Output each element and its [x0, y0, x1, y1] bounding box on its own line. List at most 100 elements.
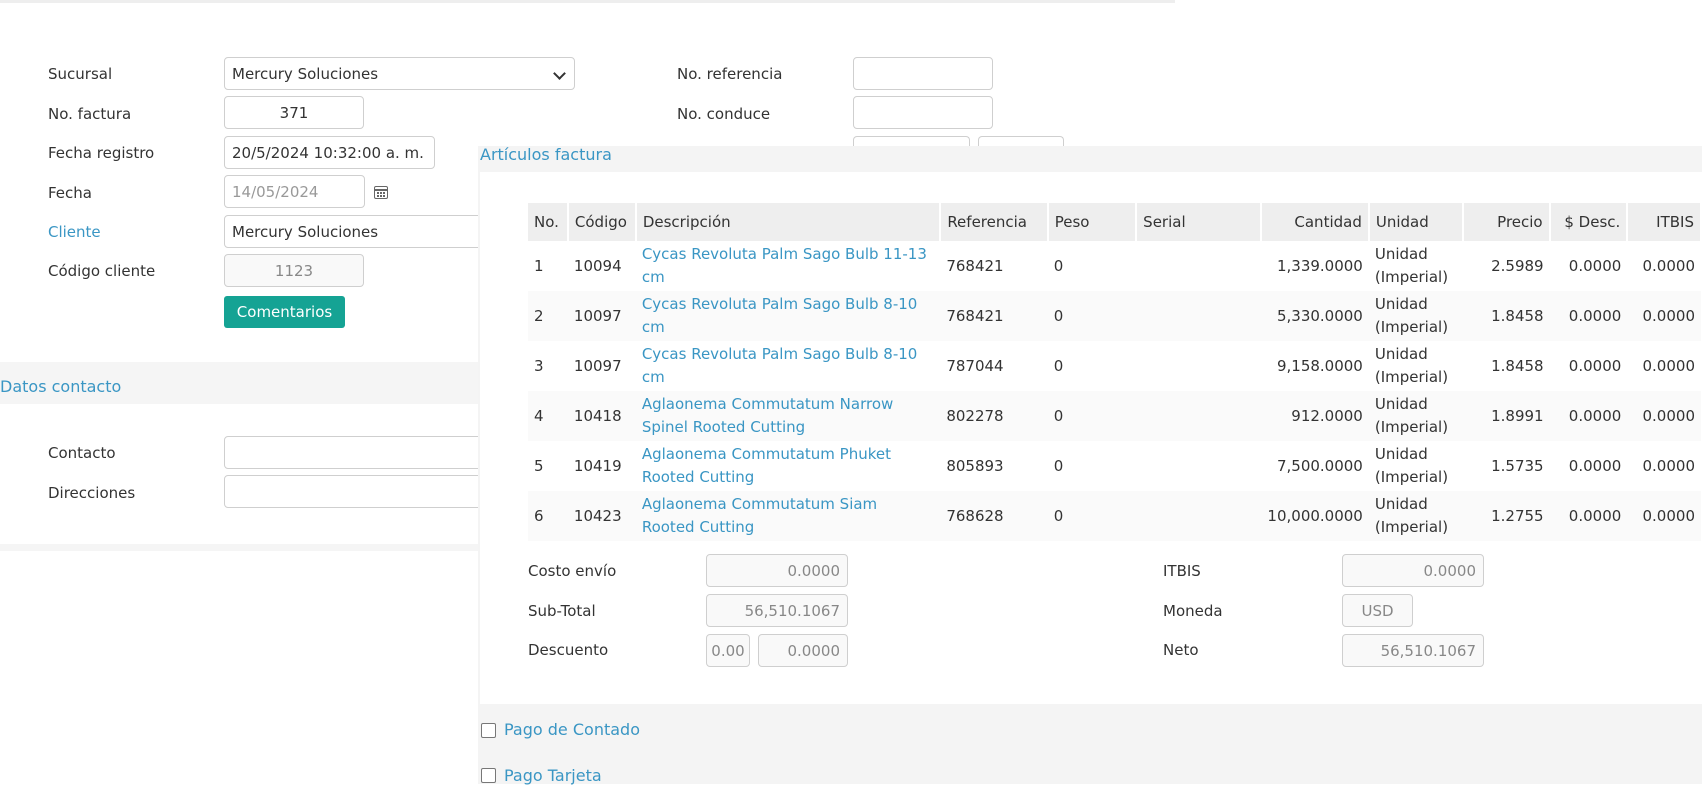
pago-contado-label[interactable]: Pago de Contado — [504, 720, 640, 740]
cell-cantidad: 9,158.0000 — [1276, 356, 1363, 375]
col-header-no[interactable]: No. — [528, 203, 569, 241]
cell-descripcion-link[interactable]: Cycas Revoluta Palm Sago Bulb 8-10 cm — [635, 291, 941, 341]
cell-itbis: 0.0000 — [1642, 356, 1696, 375]
cell-serial — [1136, 491, 1262, 541]
costo-envio-input[interactable]: 0.0000 — [706, 554, 848, 587]
cell-desc: 0.0000 — [1549, 491, 1628, 541]
referencia-input[interactable] — [853, 57, 993, 90]
direcciones-input[interactable] — [224, 475, 484, 508]
cell-desc: 0.0000 — [1568, 256, 1622, 275]
cell-unidad: Unidad (Imperial) — [1368, 491, 1463, 541]
codigo-cliente-input[interactable]: 1123 — [224, 254, 364, 287]
calendar-icon[interactable] — [374, 186, 388, 199]
cell-descripcion-link[interactable]: Cycas Revoluta Palm Sago Bulb 11-13 cm — [636, 241, 940, 291]
col-header-descripcion[interactable]: Descripción — [635, 203, 942, 241]
cell-no: 4 — [528, 391, 568, 441]
cell-peso: 0 — [1047, 391, 1137, 441]
cell-desc: 0.0000 — [1568, 456, 1622, 475]
pago-tarjeta-checkbox[interactable] — [481, 768, 496, 783]
col-header-desc[interactable]: $ Desc. — [1549, 203, 1629, 241]
col-header-serial[interactable]: Serial — [1136, 203, 1263, 241]
cell-referencia: 768421 — [946, 256, 1004, 275]
table-row[interactable]: 2 10097 Cycas Revoluta Palm Sago Bulb 8-… — [528, 291, 1701, 341]
cell-serial — [1136, 391, 1262, 441]
cell-precio: 1.8458 — [1491, 356, 1544, 375]
table-row[interactable]: 6 10423 Aglaonema Commutatum Siam Rooted… — [528, 491, 1701, 541]
cell-cantidad: 912.0000 — [1261, 391, 1369, 441]
cell-descripcion-link[interactable]: Aglaonema Commutatum Narrow Spinel Roote… — [635, 391, 941, 441]
neto-input[interactable]: 56,510.1067 — [1342, 634, 1484, 667]
cell-peso: 0 — [1047, 291, 1137, 341]
cell-cantidad: 10,000.0000 — [1261, 491, 1369, 541]
cliente-input[interactable]: Mercury Soluciones — [224, 215, 484, 248]
cell-precio: 1.8991 — [1462, 391, 1550, 441]
descuento-label: Descuento — [528, 641, 609, 659]
fecha-registro-input[interactable]: 20/5/2024 10:32:00 a. m. — [224, 136, 435, 169]
cell-unidad: Unidad (Imperial) — [1374, 245, 1449, 286]
articulos-title: Artículos factura — [480, 145, 612, 164]
pago-tarjeta-label[interactable]: Pago Tarjeta — [504, 766, 602, 786]
subtotal-label: Sub-Total — [528, 602, 596, 620]
cell-no: 2 — [528, 291, 568, 341]
sucursal-value: Mercury Soluciones — [232, 65, 379, 83]
cell-no: 3 — [534, 356, 544, 375]
cell-unidad: Unidad (Imperial) — [1374, 345, 1449, 386]
cell-precio: 2.5989 — [1491, 256, 1544, 275]
col-header-cantidad[interactable]: Cantidad — [1261, 203, 1370, 241]
direcciones-label: Direcciones — [48, 484, 136, 502]
cell-serial — [1136, 241, 1261, 291]
moneda-input[interactable]: USD — [1342, 594, 1413, 627]
table-row[interactable]: 1 10094 Cycas Revoluta Palm Sago Bulb 11… — [528, 241, 1701, 291]
cell-codigo: 10097 — [573, 356, 622, 375]
cell-peso: 0 — [1053, 356, 1064, 375]
table-row[interactable]: 5 10419 Aglaonema Commutatum Phuket Root… — [528, 441, 1701, 491]
descuento-input[interactable]: 0.0000 — [758, 634, 848, 667]
cell-unidad: Unidad (Imperial) — [1374, 445, 1449, 486]
cell-referencia: 805893 — [946, 456, 1004, 475]
col-header-itbis[interactable]: ITBIS — [1627, 203, 1702, 241]
cell-descripcion-link[interactable]: Cycas Revoluta Palm Sago Bulb 8-10 cm — [636, 341, 940, 391]
table-row[interactable]: 4 10418 Aglaonema Commutatum Narrow Spin… — [528, 391, 1701, 441]
cell-desc: 0.0000 — [1568, 356, 1622, 375]
col-header-peso[interactable]: Peso — [1047, 203, 1138, 241]
cell-precio: 1.2755 — [1462, 491, 1550, 541]
cell-peso: 0 — [1053, 256, 1064, 275]
cell-codigo: 10419 — [573, 456, 622, 475]
cell-desc: 0.0000 — [1549, 291, 1628, 341]
contacto-input[interactable] — [224, 436, 484, 469]
cell-descripcion-link[interactable]: Aglaonema Commutatum Siam Rooted Cutting — [635, 491, 941, 541]
sucursal-select[interactable]: Mercury Soluciones — [224, 57, 575, 90]
cell-codigo: 10423 — [567, 491, 636, 541]
cell-codigo: 10094 — [573, 256, 622, 275]
col-header-precio[interactable]: Precio — [1462, 203, 1551, 241]
cell-serial — [1136, 291, 1262, 341]
conduce-input[interactable] — [853, 96, 993, 129]
cell-descripcion-link[interactable]: Aglaonema Commutatum Phuket Rooted Cutti… — [636, 441, 940, 491]
cell-precio: 1.8458 — [1462, 291, 1550, 341]
cell-referencia: 802278 — [940, 391, 1048, 441]
cliente-link[interactable]: Cliente — [48, 222, 101, 242]
descuento-pct-input[interactable]: 0.00 — [706, 634, 750, 667]
col-header-codigo[interactable]: Código — [567, 203, 637, 241]
cell-desc: 0.0000 — [1549, 391, 1628, 441]
cell-itbis: 0.0000 — [1642, 456, 1696, 475]
section-divider — [0, 544, 480, 551]
subtotal-input[interactable]: 56,510.1067 — [706, 594, 848, 627]
table-row[interactable]: 3 10097 Cycas Revoluta Palm Sago Bulb 8-… — [528, 341, 1701, 391]
pago-contado-checkbox[interactable] — [481, 723, 496, 738]
referencia-label: No. referencia — [677, 65, 783, 83]
cell-cantidad: 5,330.0000 — [1261, 291, 1369, 341]
fecha-input[interactable]: 14/05/2024 — [224, 175, 365, 208]
col-header-referencia[interactable]: Referencia — [940, 203, 1049, 241]
codigo-cliente-label: Código cliente — [48, 262, 156, 280]
comentarios-button[interactable]: Comentarios — [224, 296, 345, 328]
itbis-input[interactable]: 0.0000 — [1342, 554, 1484, 587]
cell-itbis: 0.0000 — [1627, 291, 1701, 341]
factura-label: No. factura — [48, 105, 132, 123]
factura-input[interactable]: 371 — [224, 96, 364, 129]
cell-no: 5 — [534, 456, 544, 475]
itbis-label: ITBIS — [1163, 562, 1201, 580]
top-divider — [0, 0, 1175, 3]
col-header-unidad[interactable]: Unidad — [1368, 203, 1464, 241]
cell-precio: 1.5735 — [1491, 456, 1544, 475]
